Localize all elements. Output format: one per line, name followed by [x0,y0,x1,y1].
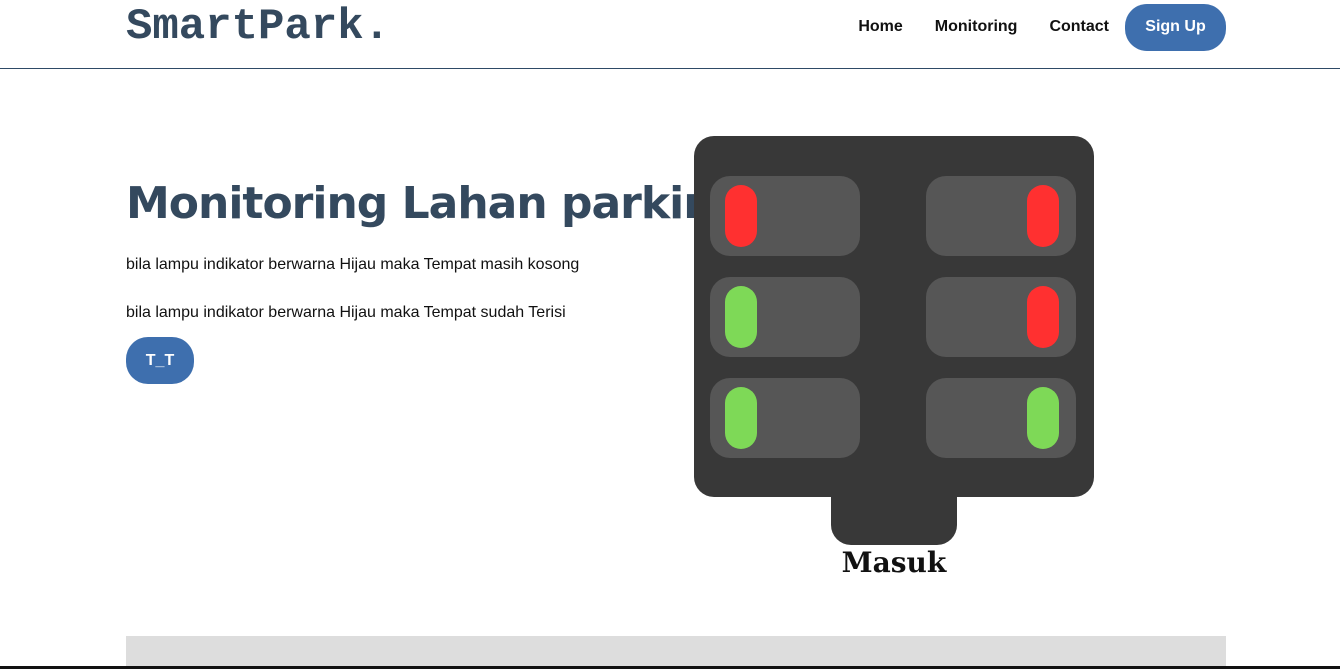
gate-label: Masuk [841,546,947,579]
parking-slot-2 [926,176,1076,256]
parking-slot-5 [710,378,860,458]
slot-indicator-light [1027,185,1059,247]
top-navbar: SmartPark. Home Monitoring Contact Sign … [0,0,1340,69]
brand-logo[interactable]: SmartPark. [126,2,390,52]
page-title: Monitoring Lahan parkir [126,178,705,229]
slot-indicator-light [725,387,757,449]
description-occupied: bila lampu indikator berwarna Hijau maka… [126,304,566,321]
footer-section [126,636,1226,669]
parking-slot-1 [710,176,860,256]
nav-link-contact[interactable]: Contact [1049,18,1109,36]
nav-links: Home Monitoring Contact Sign Up [858,3,1226,51]
slot-indicator-light [725,286,757,348]
slot-indicator-light [1027,387,1059,449]
parking-slot-6 [926,378,1076,458]
nav-link-monitoring[interactable]: Monitoring [935,18,1018,36]
parking-lot-map [694,136,1094,497]
description-empty: bila lampu indikator berwarna Hijau maka… [126,256,580,273]
slot-indicator-light [1027,286,1059,348]
nav-link-home[interactable]: Home [858,18,902,36]
slot-indicator-light [725,185,757,247]
parking-slot-3 [710,277,860,357]
parking-slot-4 [926,277,1076,357]
signup-button[interactable]: Sign Up [1125,3,1226,51]
tt-button[interactable]: T_T [126,337,194,384]
